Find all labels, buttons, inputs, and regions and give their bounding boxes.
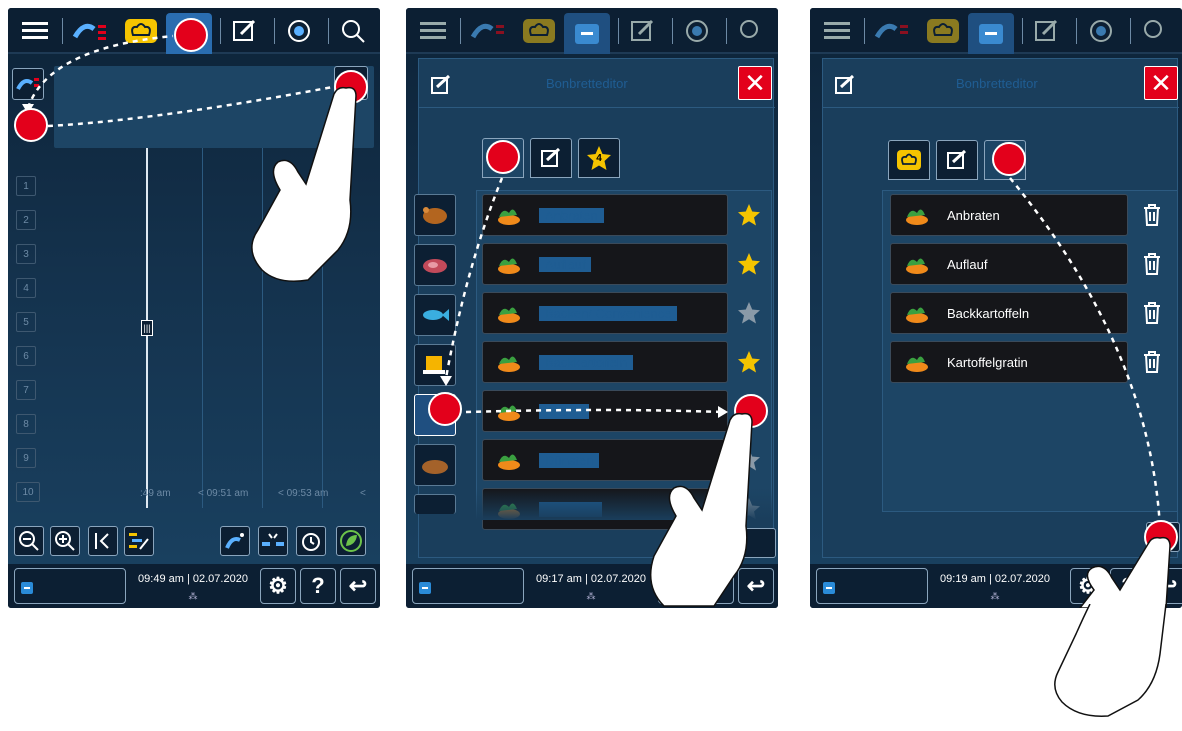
tap-marker [428, 392, 462, 426]
gesture-path [440, 177, 728, 418]
tap-marker [992, 142, 1026, 176]
tap-marker [14, 108, 48, 142]
gesture-path [1009, 177, 1166, 534]
tap-marker [174, 18, 208, 52]
tap-marker [334, 70, 368, 104]
tap-marker [1144, 520, 1178, 554]
screen-3: Bonbretteditor ✕ Anbraten Auflauf Backkart… [810, 8, 1182, 608]
gesture-path [22, 34, 339, 128]
screen-2: Bonbretteditor ✕ 4 Anbraten Auflauf Backen… [406, 8, 778, 608]
tap-marker [734, 394, 768, 428]
tap-marker [486, 140, 520, 174]
pointing-hand-lower [1054, 604, 1167, 717]
screen-1: ||| 1 2 3 4 5 6 7 8 9 10 :49 am < 09:51 … [8, 8, 380, 608]
